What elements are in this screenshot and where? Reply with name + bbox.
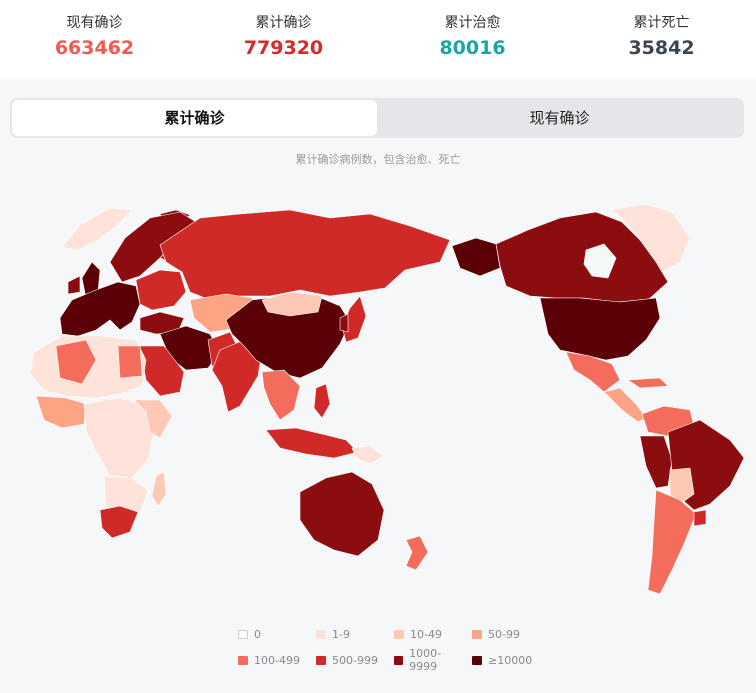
- legend-item: ≥10000: [472, 647, 542, 673]
- legend-label: ≥10000: [488, 653, 533, 667]
- stat-value: 35842: [628, 37, 695, 59]
- legend-item: 1000-9999: [394, 647, 464, 673]
- stat-value: 663462: [54, 37, 135, 59]
- legend-swatch: [394, 630, 404, 639]
- world-map[interactable]: [0, 168, 756, 618]
- legend-item: 500-999: [316, 647, 386, 673]
- region-egypt[interactable]: [117, 345, 143, 379]
- region-central-america[interactable]: [603, 387, 647, 423]
- legend-swatch: [472, 630, 482, 639]
- legend-label: 100-499: [254, 653, 300, 667]
- region-alaska[interactable]: [451, 237, 501, 277]
- map-mode-tabs: 累计确诊 现有确诊: [10, 98, 744, 138]
- region-philippines[interactable]: [313, 383, 331, 419]
- legend-item: 10-49: [394, 628, 464, 641]
- stat-total-recovered: 累计治愈 80016: [378, 0, 567, 78]
- region-eastern-europe[interactable]: [135, 269, 187, 311]
- region-new-zealand[interactable]: [405, 535, 429, 571]
- stat-total-deaths: 累计死亡 35842: [567, 0, 756, 78]
- legend-item: 0: [238, 628, 308, 641]
- stat-current-confirmed: 现有确诊 663462: [0, 0, 189, 78]
- legend-item: 1-9: [316, 628, 386, 641]
- legend-swatch: [238, 630, 248, 639]
- legend-label: 1000-9999: [409, 647, 442, 673]
- region-caribbean[interactable]: [627, 377, 669, 389]
- region-south-africa[interactable]: [99, 505, 139, 539]
- stat-label: 现有确诊: [66, 15, 123, 31]
- legend-swatch: [316, 630, 326, 639]
- map-legend: 0 1-9 10-49 50-99 100-499 500-999 1000-9…: [238, 628, 538, 673]
- stat-label: 累计治愈: [444, 15, 501, 31]
- region-west-africa[interactable]: [35, 395, 87, 429]
- legend-item: 50-99: [472, 628, 542, 641]
- stat-total-confirmed: 累计确诊 779320: [189, 0, 378, 78]
- tab-current-confirmed[interactable]: 现有确诊: [377, 100, 742, 136]
- region-madagascar[interactable]: [151, 471, 167, 507]
- region-peru[interactable]: [639, 435, 673, 489]
- legend-label: 0: [254, 628, 261, 641]
- legend-label: 1-9: [332, 628, 350, 641]
- stat-value: 80016: [439, 37, 506, 59]
- legend-swatch: [238, 655, 248, 665]
- region-central-africa[interactable]: [83, 397, 155, 479]
- region-usa[interactable]: [539, 297, 661, 361]
- region-uruguay[interactable]: [693, 509, 707, 527]
- stat-label: 累计死亡: [633, 15, 690, 31]
- legend-label: 10-49: [410, 628, 442, 641]
- legend-swatch: [472, 655, 482, 665]
- legend-label: 500-999: [332, 653, 378, 667]
- legend-swatch: [394, 655, 404, 665]
- region-indonesia[interactable]: [265, 427, 359, 459]
- stats-bar: 现有确诊 663462 累计确诊 779320 累计治愈 80016 累计死亡 …: [0, 0, 756, 78]
- region-russia[interactable]: [159, 209, 451, 301]
- region-ireland[interactable]: [67, 275, 81, 295]
- region-papua[interactable]: [351, 445, 385, 465]
- legend-item: 100-499: [238, 647, 308, 673]
- legend-swatch: [316, 655, 326, 665]
- legend-label: 50-99: [488, 628, 520, 641]
- stat-label: 累计确诊: [255, 15, 312, 31]
- map-subtitle: 累计确诊病例数，包含治愈、死亡: [295, 153, 461, 166]
- stat-value: 779320: [243, 37, 324, 59]
- region-southeast-asia[interactable]: [261, 369, 301, 421]
- world-map-svg: [29, 203, 745, 595]
- region-australia[interactable]: [299, 471, 385, 557]
- tab-total-confirmed[interactable]: 累计确诊: [12, 100, 377, 136]
